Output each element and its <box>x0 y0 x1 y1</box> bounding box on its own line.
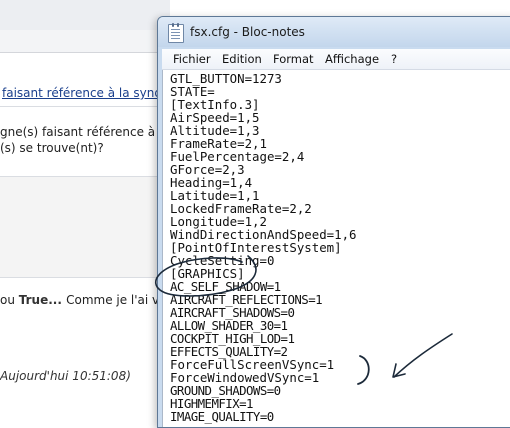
forum-link-text[interactable]: faisant référence à la synd <box>2 86 162 100</box>
forum-post-text-line: (s) se trouve(nt)? <box>0 141 104 155</box>
menu-help[interactable]: ? <box>391 52 397 66</box>
forum-gray-area <box>0 177 170 277</box>
forum-header-band <box>0 30 170 53</box>
forum-timestamp: Aujourd'hui 10:51:08) <box>0 369 131 383</box>
forum-reply-link[interactable]: faisant référence à la synd <box>2 86 162 100</box>
menu-fichier[interactable]: Fichier <box>173 52 211 66</box>
menu-format[interactable]: Format <box>273 52 314 66</box>
menu-affichage[interactable]: Affichage <box>325 52 379 66</box>
text-editor-area[interactable]: GTL_BUTTON=1273 STATE= [TextInfo.3] AirS… <box>162 70 510 427</box>
notepad-title-bar[interactable]: fsx.cfg - Bloc-notes <box>158 17 510 47</box>
divider <box>0 106 170 107</box>
notepad-icon[interactable] <box>168 23 184 43</box>
forum-text-suffix: Comme je l'ai v <box>66 293 160 307</box>
forum-text-prefix: ou <box>0 293 19 307</box>
menu-bar: Fichier Edition Format Affichage ? <box>162 49 510 70</box>
forum-bold-ellipsis: ... <box>48 293 67 307</box>
divider <box>0 277 170 278</box>
menu-edition[interactable]: Edition <box>222 52 262 66</box>
forum-reply-text-line: ou True... Comme je l'ai v <box>0 293 159 307</box>
window-title: fsx.cfg - Bloc-notes <box>190 25 305 39</box>
forum-post-text-line: gne(s) faisant référence à la <box>0 125 170 139</box>
forum-bold-word: True <box>18 293 49 307</box>
notepad-window[interactable]: fsx.cfg - Bloc-notes Fichier Edition For… <box>157 16 510 428</box>
forum-top-bar <box>0 0 170 31</box>
